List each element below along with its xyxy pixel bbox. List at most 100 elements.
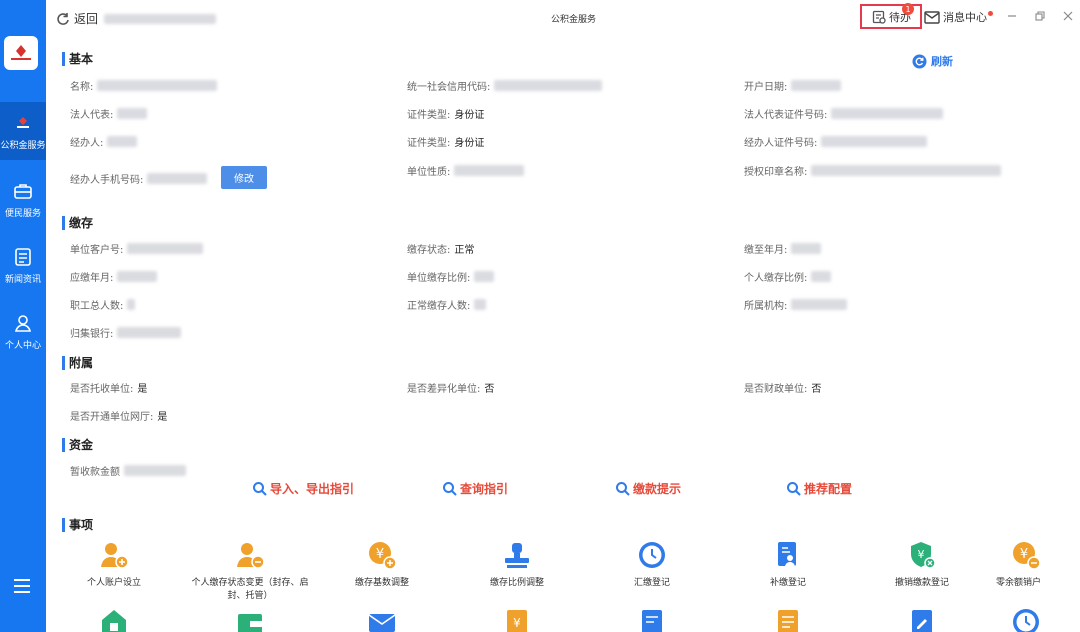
task-base-adjust[interactable]: ¥ 缴存基数调整 <box>312 539 452 590</box>
redacted-value <box>791 80 842 91</box>
field-due-month: 应缴年月: <box>70 269 158 284</box>
task-personal-status-change[interactable]: 个人缴存状态变更（封存、启封、托管） <box>180 539 320 603</box>
task-row2-item[interactable] <box>44 606 184 632</box>
task-row2-item[interactable]: ¥ <box>447 606 587 632</box>
redacted-value <box>821 136 928 147</box>
person-icon <box>12 312 34 334</box>
field-name: 名称: <box>70 78 218 93</box>
guide-recommend-config-link[interactable]: 推荐配置 <box>786 480 852 497</box>
field-bank: 归集银行: <box>70 325 182 340</box>
field-personal-ratio: 个人缴存比例: <box>744 269 832 284</box>
field-value: 否 <box>484 384 495 395</box>
redacted-value <box>474 271 495 282</box>
field-label: 是否差异化单位: <box>407 384 481 395</box>
person-add-icon <box>98 539 130 571</box>
field-open-date: 开户日期: <box>744 78 842 93</box>
field-label: 经办人证件号码: <box>744 138 818 149</box>
message-center-button[interactable]: 消息中心 <box>924 9 993 25</box>
field-agent-phone: 经办人手机号码: <box>70 171 208 186</box>
redacted-value <box>117 108 148 119</box>
field-cert-type-1: 证件类型: 身份证 <box>407 106 484 121</box>
redacted-value <box>97 80 218 91</box>
field-temp-amount: 暂收款金额 <box>70 463 186 478</box>
sidebar-item-convenience[interactable]: 便民服务 <box>0 170 46 228</box>
refresh-button[interactable]: 刷新 <box>912 53 953 69</box>
field-value: 是 <box>137 384 148 395</box>
field-label: 缴存状态: <box>407 245 451 256</box>
sidebar-item-fund-service[interactable]: 公积金服务 <box>0 102 46 160</box>
task-supplement-register[interactable]: 补缴登记 <box>718 539 858 590</box>
minimize-icon[interactable] <box>1004 8 1020 24</box>
field-cert-type-2: 证件类型: 身份证 <box>407 134 484 149</box>
task-row2-item[interactable] <box>582 606 722 632</box>
task-row2-item[interactable] <box>988 606 1080 632</box>
guide-label: 导入、导出指引 <box>270 482 355 496</box>
field-label: 统一社会信用代码: <box>407 82 491 93</box>
field-entrusted: 是否托收单位: 是 <box>70 380 147 395</box>
field-credit-code: 统一社会信用代码: <box>407 78 603 93</box>
base-adjust-icon: ¥ <box>366 539 398 571</box>
sidebar-item-label: 新闻资讯 <box>4 274 41 285</box>
todo-button[interactable]: 待办 1 <box>860 3 922 29</box>
hamburger-menu-icon[interactable] <box>12 577 32 595</box>
field-online-hall: 是否开通单位网厅: 是 <box>70 408 167 423</box>
edit-phone-button[interactable]: 修改 <box>221 166 267 189</box>
person-status-icon <box>234 539 266 571</box>
sidebar-item-personal[interactable]: 个人中心 <box>0 302 46 360</box>
field-legal-rep: 法人代表: <box>70 106 148 121</box>
field-label: 单位缴存比例: <box>407 273 471 284</box>
task-ratio-adjust[interactable]: 缴存比例调整 <box>447 539 587 590</box>
zero-balance-icon: ¥ <box>1010 539 1042 571</box>
task-row2-item[interactable] <box>852 606 992 632</box>
task-label: 个人缴存状态变更（封存、启封、托管） <box>191 578 309 601</box>
redacted-value <box>117 271 158 282</box>
guide-query-link[interactable]: 查询指引 <box>442 480 508 497</box>
refresh-back-icon <box>57 12 69 25</box>
restore-icon[interactable] <box>1032 8 1048 24</box>
field-label: 缴至年月: <box>744 245 788 256</box>
todo-count-badge: 1 <box>902 3 914 15</box>
close-icon[interactable] <box>1060 8 1076 24</box>
supplement-doc-icon <box>772 539 804 571</box>
redacted-value <box>454 165 525 176</box>
field-agent: 经办人: <box>70 134 138 149</box>
field-label: 单位性质: <box>407 167 451 178</box>
task-zero-balance-close[interactable]: ¥ 零余额销户 <box>988 539 1080 590</box>
field-value: 是 <box>157 412 168 423</box>
revoke-shield-icon: ¥ <box>906 539 938 571</box>
redacted-value <box>117 327 182 338</box>
task-label: 撤销缴款登记 <box>894 578 949 588</box>
guide-label: 缴款提示 <box>633 482 682 496</box>
task-open-personal-account[interactable]: 个人账户设立 <box>44 539 184 590</box>
news-icon <box>12 246 34 268</box>
redacted-value <box>811 271 832 282</box>
svg-text:¥: ¥ <box>376 547 384 562</box>
field-deposit-status: 缴存状态: 正常 <box>407 241 474 256</box>
sidebar-item-news[interactable]: 新闻资讯 <box>0 236 46 294</box>
search-icon <box>443 481 457 496</box>
task-row2-item[interactable] <box>718 606 858 632</box>
task-remit-register[interactable]: 汇缴登记 <box>582 539 722 590</box>
field-label: 经办人手机号码: <box>70 175 144 186</box>
field-label: 证件类型: <box>407 138 451 149</box>
guide-import-export-link[interactable]: 导入、导出指引 <box>252 480 354 497</box>
guide-payment-tip-link[interactable]: 缴款提示 <box>615 480 681 497</box>
task-revoke-payment[interactable]: ¥ 撤销缴款登记 <box>852 539 992 590</box>
task-label: 补缴登记 <box>769 578 806 588</box>
redacted-value <box>107 136 138 147</box>
field-label: 经办人: <box>70 138 104 149</box>
task-row2-item[interactable] <box>180 606 320 632</box>
field-value: 身份证 <box>454 138 485 149</box>
redacted-value <box>791 299 848 310</box>
back-button[interactable]: 返回 <box>56 10 217 27</box>
redacted-value <box>127 299 136 310</box>
translate-doc-icon <box>636 606 668 632</box>
field-label: 授权印章名称: <box>744 167 808 178</box>
task-row2-item[interactable] <box>312 606 452 632</box>
field-label: 单位客户号: <box>70 245 124 256</box>
field-normal-count: 正常缴存人数: <box>407 297 487 312</box>
section-title-tasks: 事项 <box>62 518 93 532</box>
section-title-funds: 资金 <box>62 438 93 452</box>
task-label: 个人账户设立 <box>86 578 141 588</box>
redacted-value <box>127 243 204 254</box>
